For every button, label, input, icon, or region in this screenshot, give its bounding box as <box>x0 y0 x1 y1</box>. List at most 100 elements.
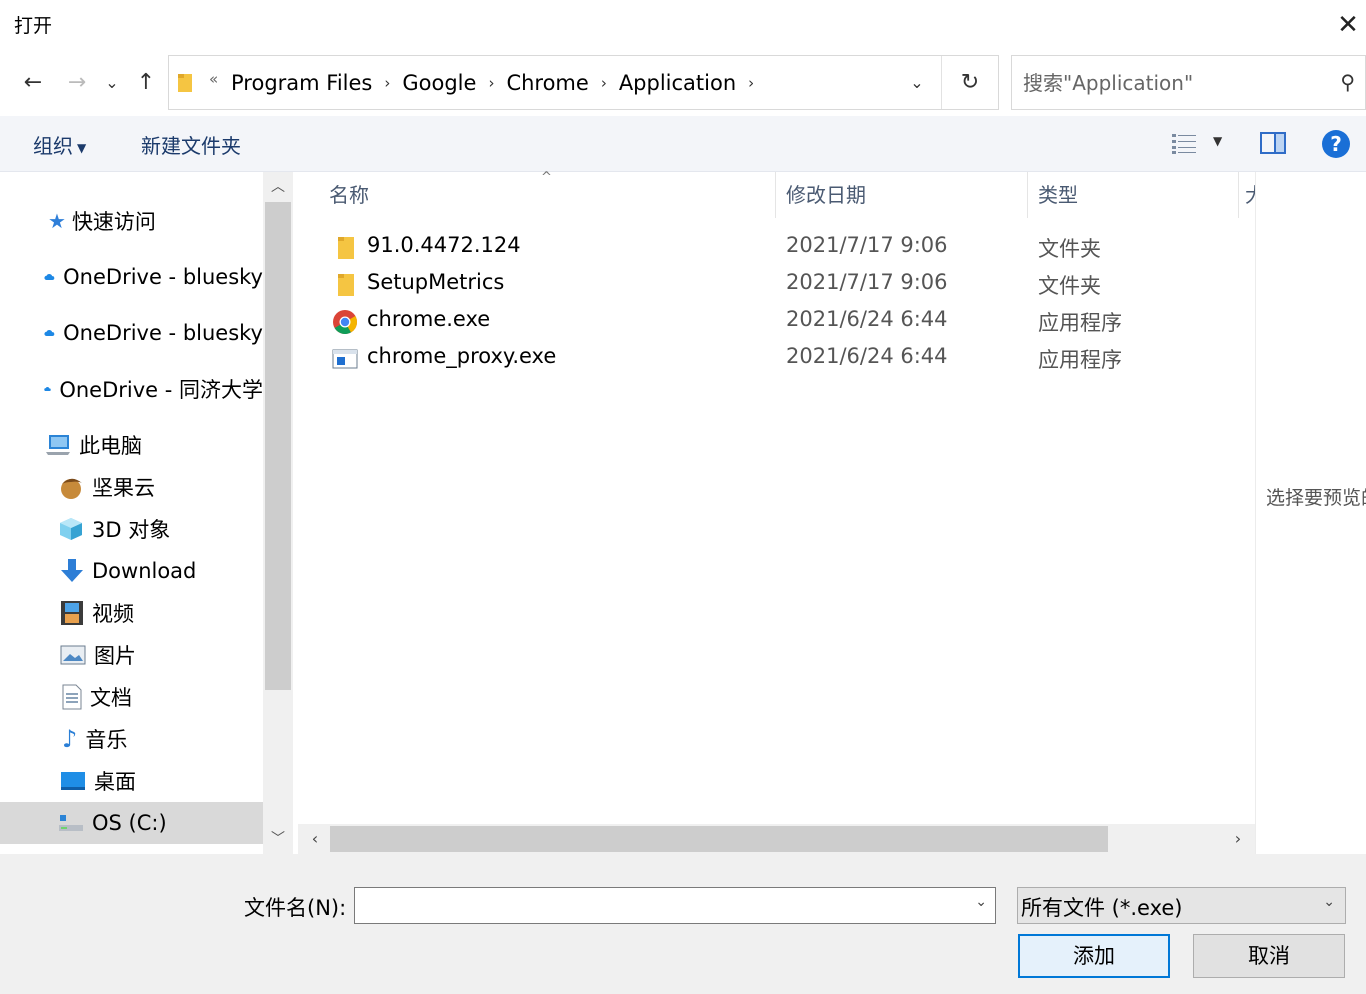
navigation-bar: ← → ⌄ ↑ « Program Files › Google › Chrom… <box>0 50 1366 116</box>
sidebar-item-download[interactable]: Download <box>0 551 263 591</box>
column-header-type[interactable]: 类型 <box>1028 172 1238 218</box>
scrollbar-thumb[interactable] <box>330 826 1108 852</box>
breadcrumb-application[interactable]: Application <box>609 71 746 95</box>
picture-icon <box>60 645 86 665</box>
sidebar-item-pictures[interactable]: 图片 <box>0 635 263 675</box>
download-icon <box>61 559 83 582</box>
recent-locations-icon[interactable]: ⌄ <box>100 66 124 100</box>
file-type-filter[interactable]: 所有文件 (*.exe) ⌄ <box>1017 887 1346 924</box>
chevron-right-icon[interactable]: › <box>382 74 392 92</box>
close-icon[interactable]: ✕ <box>1330 6 1366 44</box>
sidebar-scrollbar[interactable]: ︿ ﹀ <box>263 172 293 854</box>
breadcrumb-program-files[interactable]: Program Files <box>221 71 382 95</box>
search-icon[interactable]: ⚲ <box>1340 70 1355 94</box>
organize-label: 组织 <box>33 134 73 158</box>
filename-input[interactable] <box>355 888 955 923</box>
file-type: 文件夹 <box>1038 237 1101 261</box>
folder-icon <box>338 237 354 259</box>
address-dropdown-icon[interactable]: ⌄ <box>893 56 941 109</box>
navigation-pane: ★ 快速访问 OneDrive - bluesky OneDrive - blu… <box>0 172 293 854</box>
sidebar-item-onedrive-1[interactable]: OneDrive - bluesky <box>0 257 263 297</box>
new-folder-button[interactable]: 新建文件夹 <box>141 130 241 159</box>
file-type: 应用程序 <box>1038 311 1122 335</box>
scroll-up-icon[interactable]: ︿ <box>263 172 293 202</box>
file-list: 名称 ^ 修改日期 类型 大 91.0.4472.124 2021/7/17 9… <box>298 170 1255 854</box>
filename-combobox[interactable]: ⌄ <box>354 887 996 924</box>
sort-ascending-icon: ^ <box>541 170 552 185</box>
chevron-right-icon[interactable]: › <box>599 74 609 92</box>
breadcrumb-google[interactable]: Google <box>392 71 486 95</box>
organize-button[interactable]: 组织 ▼ <box>33 130 86 159</box>
preview-pane: 选择要预览的文件。 <box>1255 172 1366 854</box>
sidebar-item-videos[interactable]: 视频 <box>0 593 263 633</box>
command-bar: 组织 ▼ 新建文件夹 ▼ <box>0 116 1366 172</box>
nut-icon <box>61 478 82 499</box>
sidebar-item-documents[interactable]: 文档 <box>0 677 263 717</box>
search-box[interactable]: ⚲ <box>1011 55 1366 110</box>
desktop-icon <box>61 772 85 790</box>
address-bar[interactable]: « Program Files › Google › Chrome › Appl… <box>168 55 999 110</box>
drive-icon <box>59 815 83 831</box>
chevron-right-icon[interactable]: › <box>746 74 756 92</box>
scroll-down-icon[interactable]: ﹀ <box>263 824 293 854</box>
window-title: 打开 <box>14 15 53 37</box>
open-button[interactable]: 添加 <box>1018 934 1170 978</box>
sidebar-item-onedrive-2[interactable]: OneDrive - bluesky <box>0 313 263 353</box>
view-details-icon[interactable] <box>1172 132 1198 154</box>
sidebar-item-music[interactable]: ♪ 音乐 <box>0 719 263 759</box>
sidebar-item-quick-access[interactable]: ★ 快速访问 <box>0 201 263 241</box>
file-date: 2021/6/24 6:44 <box>786 307 948 331</box>
breadcrumb-chrome[interactable]: Chrome <box>496 71 598 95</box>
sidebar-item-jianguoyun[interactable]: 坚果云 <box>0 467 263 507</box>
file-row[interactable]: chrome_proxy.exe 2021/6/24 6:44 应用程序 <box>328 340 1228 377</box>
file-name: chrome.exe <box>367 307 491 331</box>
column-header-date[interactable]: 修改日期 <box>776 172 1027 218</box>
view-options-caret-icon[interactable]: ▼ <box>1213 134 1222 148</box>
back-arrow-icon[interactable]: ← <box>18 66 48 100</box>
file-type: 应用程序 <box>1038 348 1122 372</box>
cube-icon <box>60 518 82 540</box>
forward-arrow-icon[interactable]: → <box>62 66 92 100</box>
sidebar-item-this-pc[interactable]: 此电脑 <box>0 425 263 465</box>
chevron-down-icon[interactable]: ⌄ <box>1323 894 1335 910</box>
cloud-icon <box>44 274 55 280</box>
up-arrow-icon[interactable]: ↑ <box>132 66 160 100</box>
sidebar-item-desktop[interactable]: 桌面 <box>0 761 263 801</box>
exe-icon <box>332 349 358 369</box>
sidebar-item-onedrive-3[interactable]: OneDrive - 同济大学 <box>0 369 263 409</box>
column-header-size[interactable]: 大 <box>1239 172 1255 218</box>
file-row[interactable]: 91.0.4472.124 2021/7/17 9:06 文件夹 <box>328 229 1228 266</box>
chevron-right-icon[interactable]: › <box>486 74 496 92</box>
caret-down-icon: ▼ <box>77 140 87 155</box>
filename-label: 文件名(N): <box>244 896 347 920</box>
scrollbar-thumb[interactable] <box>265 202 291 690</box>
help-icon[interactable]: ? <box>1322 130 1350 158</box>
video-icon <box>61 601 83 625</box>
horizontal-scrollbar[interactable]: ‹ › <box>298 824 1255 854</box>
sidebar-item-3d-objects[interactable]: 3D 对象 <box>0 509 263 549</box>
chevron-down-icon[interactable]: ⌄ <box>975 894 987 910</box>
star-icon: ★ <box>48 209 66 233</box>
overflow-chevron-icon[interactable]: « <box>209 70 218 88</box>
preview-pane-icon[interactable] <box>1260 132 1286 154</box>
chrome-icon <box>333 310 357 335</box>
file-row[interactable]: SetupMetrics 2021/7/17 9:06 文件夹 <box>328 266 1228 303</box>
dialog-footer: 文件名(N): ⌄ 所有文件 (*.exe) ⌄ 添加 取消 <box>0 854 1366 994</box>
sidebar-item-os-c[interactable]: OS (C:) <box>0 802 263 844</box>
preview-message: 选择要预览的文件。 <box>1266 487 1366 509</box>
file-date: 2021/6/24 6:44 <box>786 344 948 368</box>
folder-icon <box>178 74 192 92</box>
cancel-button[interactable]: 取消 <box>1193 934 1345 978</box>
breadcrumb: Program Files › Google › Chrome › Applic… <box>221 56 756 109</box>
file-name: SetupMetrics <box>367 270 505 294</box>
refresh-icon[interactable]: ↻ <box>941 56 998 109</box>
scroll-left-icon[interactable]: ‹ <box>300 824 330 854</box>
file-name: chrome_proxy.exe <box>367 344 557 368</box>
file-row[interactable]: chrome.exe 2021/6/24 6:44 应用程序 <box>328 303 1228 340</box>
file-date: 2021/7/17 9:06 <box>786 270 948 294</box>
computer-icon <box>46 435 70 455</box>
scroll-right-icon[interactable]: › <box>1223 824 1253 854</box>
cloud-icon <box>44 330 55 336</box>
file-name: 91.0.4472.124 <box>367 233 521 257</box>
search-input[interactable] <box>1012 56 1312 109</box>
